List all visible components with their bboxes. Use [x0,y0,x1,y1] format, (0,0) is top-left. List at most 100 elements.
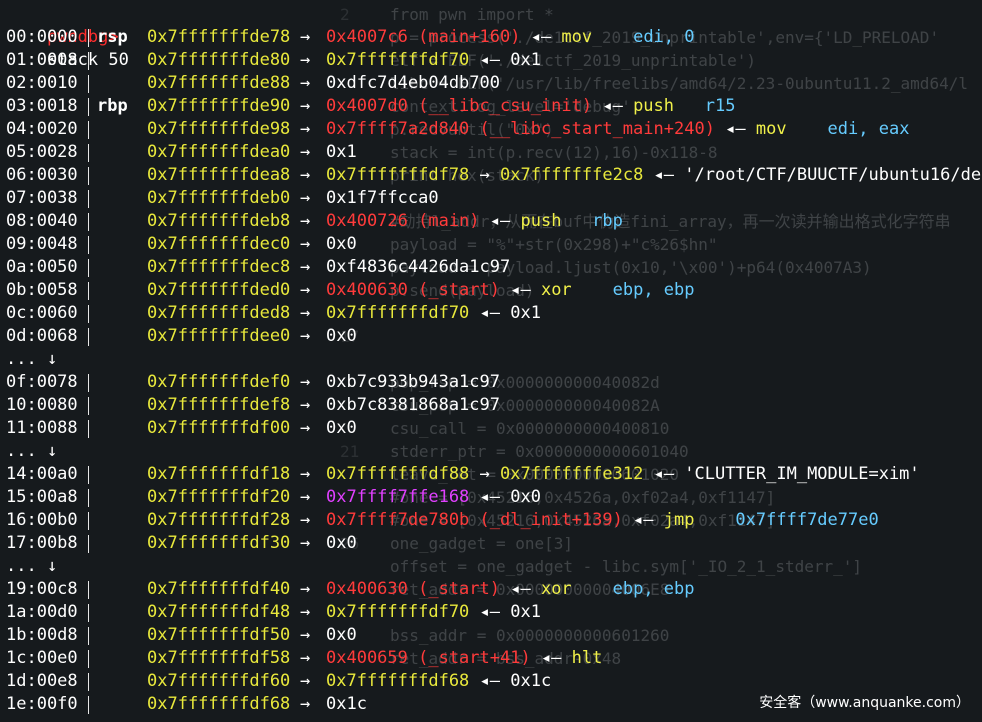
chain-segment: xor [540,579,572,599]
stack-offset: 0c:0060 [6,303,78,323]
column-divider [88,374,89,392]
pointer-chain: 0x7ffff7ffe168 ◂— 0x0 [326,486,541,509]
pointer-arrow: → [300,326,311,346]
column-divider [88,604,89,622]
stack-row: 19:00c8 0x7fffffffdf40 → 0x400630 (_start) … [6,578,982,601]
chain-segment: ◂— [714,119,756,139]
pointer-arrow: → [300,280,311,300]
chain-segment: → [469,165,501,185]
column-divider [88,673,89,691]
stack-row: 07:0038 0x7fffffffdeb0 → 0x1f7ffcca0 [6,187,982,210]
stack-offset: 1a:00d0 [6,602,78,622]
pointer-arrow: → [300,257,311,277]
stack-offset: 04:0020 [6,119,78,139]
chain-segment: edi, 0 [592,27,695,47]
chain-segment: ◂— [469,602,511,622]
chain-segment: ebp, ebp [571,579,695,599]
chain-segment: 0xb7c933b943a1c97 [326,372,500,392]
pointer-arrow: → [300,510,311,530]
prompt-line: pwndbg> stack 50 [6,3,129,70]
stack-row: 00:0000 rsp 0x7fffffffde78 → 0x4007c6 (main+… [6,26,982,49]
pointer-arrow: → [300,188,311,208]
pointer-arrow: → [300,211,311,231]
pointer-arrow: → [300,487,311,507]
chain-segment: 0x400726 (main) [326,211,480,231]
stack-offset: 05:0028 [6,142,78,162]
chain-segment: hlt [571,648,603,668]
stack-address: 0x7fffffffdf18 [147,464,291,484]
stack-offset: 0f:0078 [6,372,78,392]
stack-address: 0x7fffffffdeb8 [147,211,291,231]
chain-segment: push [633,96,675,116]
stack-offset: 01:0008 [6,50,78,70]
chain-segment: r15 [674,96,736,116]
chain-segment: 0x7ffff7de77e0 [694,510,879,530]
pointer-chain: 0x7fffffffdf70 ◂— 0x1 [326,49,541,72]
pointer-arrow: → [300,142,311,162]
pointer-chain: 0x1 [326,141,357,164]
column-divider [88,29,89,47]
stack-row: 1d:00e8 0x7fffffffdf60 → 0x7fffffffdf68 ◂— … [6,670,982,693]
chain-segment: jmp [663,510,695,530]
chain-segment: 0x1f7ffcca0 [326,188,439,208]
pointer-arrow: → [300,27,311,47]
stack-offset: 16:00b0 [6,510,78,530]
chain-segment: 0x7fffffffdf70 [326,303,470,323]
pointer-chain: 0xdfc7d4eb04db700 [326,72,500,95]
chain-segment: mov [561,27,593,47]
column-divider [88,305,89,323]
chain-segment: ◂— [530,648,572,668]
chain-segment: ◂— [500,280,541,300]
stack-offset: 1d:00e8 [6,671,78,691]
pointer-arrow: → [300,671,311,691]
stack-row: 08:0040 0x7fffffffdeb8 → 0x400726 (main) ◂—… [6,210,982,233]
pointer-chain: 0x0 [326,417,357,440]
chain-segment: 0x400659 (_start+41) [326,648,531,668]
stack-offset: 07:0038 [6,188,78,208]
stack-address: 0x7fffffffdeb0 [147,188,291,208]
pointer-chain: 0x7ffff7de780b (_dl_init+139) ◂— jmp 0x7… [326,509,879,532]
stack-row: 10:0080 0x7fffffffdef8 → 0xb7c8381868a1c97 [6,394,982,417]
chain-segment: ◂— 'CLUTTER_IM_MODULE=xim' [643,464,920,484]
chain-segment: push [520,211,562,231]
stack-row: 1c:00e0 0x7fffffffdf58 → 0x400659 (_start+4… [6,647,982,670]
register-label: rsp [97,27,128,47]
chain-segment: 0x1 [510,602,541,622]
chain-segment: 0xdfc7d4eb04db700 [326,73,500,93]
chain-segment: ◂— [520,27,562,47]
column-divider [88,121,89,139]
stack-offset: 0a:0050 [6,257,78,277]
stack-row: 16:00b0 0x7fffffffdf28 → 0x7ffff7de780b (_d… [6,509,982,532]
stack-offset: 06:0030 [6,165,78,185]
column-divider [88,144,89,162]
chain-segment: 0x0 [510,487,541,507]
editor-line-number: 2 [340,5,350,24]
pointer-chain: 0x4007c6 (main+160) ◂— mov edi, 0 [326,26,695,49]
stack-offset: 1c:00e0 [6,648,78,668]
column-divider [88,328,89,346]
stack-address: 0x7fffffffde88 [147,73,291,93]
stack-row: 01:0008 0x7fffffffde80 → 0x7fffffffdf70 ◂— … [6,49,982,72]
stack-row: 06:0030 0x7fffffffdea8 → 0x7fffffffdf78 → 0… [6,164,982,187]
column-divider [88,535,89,553]
stack-ellipsis: ... ↓ [6,440,982,463]
chain-segment: 0x1 [510,50,541,70]
stack-row: 17:00b8 0x7fffffffdf30 → 0x0 [6,532,982,555]
pointer-arrow: → [300,234,311,254]
pointer-arrow: → [300,96,311,116]
stack-address: 0x7fffffffdf28 [147,510,291,530]
chain-segment: edi, eax [786,119,910,139]
chain-segment: ◂— [479,211,521,231]
stack-offset: 14:00a0 [6,464,78,484]
pointer-arrow: → [300,418,311,438]
chain-segment: 0x0 [326,533,357,553]
pointer-chain: 0x0 [326,233,357,256]
column-divider [88,581,89,599]
pointer-chain: 0x7ffff7a2d840 (__libc_start_main+240) ◂… [326,118,909,141]
chain-segment: ◂— [469,487,511,507]
chain-segment: rbp [561,211,623,231]
column-divider [88,627,89,645]
stack-address: 0x7fffffffded8 [147,303,291,323]
stack-address: 0x7fffffffdee0 [147,326,291,346]
chain-segment: 0x1 [510,303,541,323]
